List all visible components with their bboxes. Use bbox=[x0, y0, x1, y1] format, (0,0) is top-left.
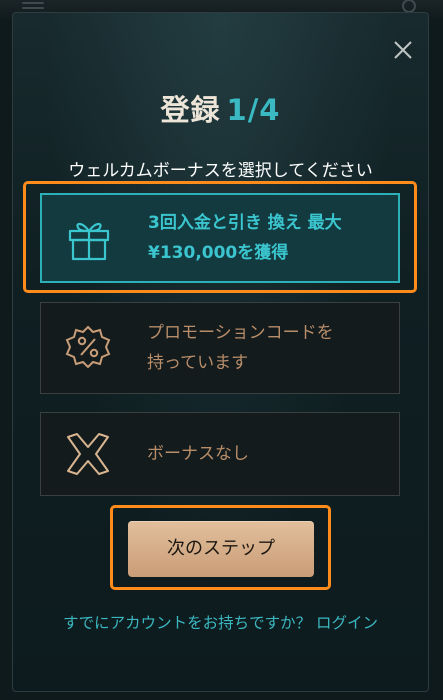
gift-icon bbox=[68, 222, 110, 261]
percent-badge-icon bbox=[65, 325, 111, 369]
option-label: 3回入金と引き 換え 最大 ¥130,000を獲得 bbox=[148, 208, 342, 268]
title-text: 登録 bbox=[160, 93, 221, 127]
option-label: ボーナスなし bbox=[147, 439, 249, 469]
option-label-line1: 3回入金と引き 換え 最大 bbox=[148, 213, 342, 233]
close-icon[interactable] bbox=[392, 39, 414, 61]
option-label-line2: ¥130,000を獲得 bbox=[148, 243, 289, 263]
registration-modal: 登録 1/4 ウェルカムボーナスを選択してください 3回入金と引き 換え 最大 ¥… bbox=[12, 12, 429, 692]
x-cross-icon bbox=[67, 433, 109, 475]
login-prompt-text: すでにアカウントをお持ちですか？ bbox=[62, 614, 312, 632]
step-indicator: 1/4 bbox=[226, 93, 281, 127]
login-link[interactable]: ログイン bbox=[316, 614, 378, 632]
bonus-option-deposit[interactable]: 3回入金と引き 換え 最大 ¥130,000を獲得 bbox=[40, 193, 400, 283]
login-prompt: すでにアカウントをお持ちですか？ ログイン bbox=[13, 611, 428, 633]
modal-title: 登録 1/4 bbox=[13, 87, 428, 129]
next-step-button[interactable]: 次のステップ bbox=[128, 521, 314, 577]
bonus-option-no-bonus[interactable]: ボーナスなし bbox=[40, 412, 400, 496]
option-label-line1: ボーナスなし bbox=[147, 444, 249, 464]
option-label-line2: 持っています bbox=[147, 353, 249, 373]
bonus-option-promo-code[interactable]: プロモーションコードを 持っています bbox=[40, 302, 400, 394]
option-label: プロモーションコードを 持っています bbox=[147, 318, 334, 378]
modal-subtitle: ウェルカムボーナスを選択してください bbox=[68, 161, 373, 181]
option-label-line1: プロモーションコードを bbox=[147, 323, 334, 343]
